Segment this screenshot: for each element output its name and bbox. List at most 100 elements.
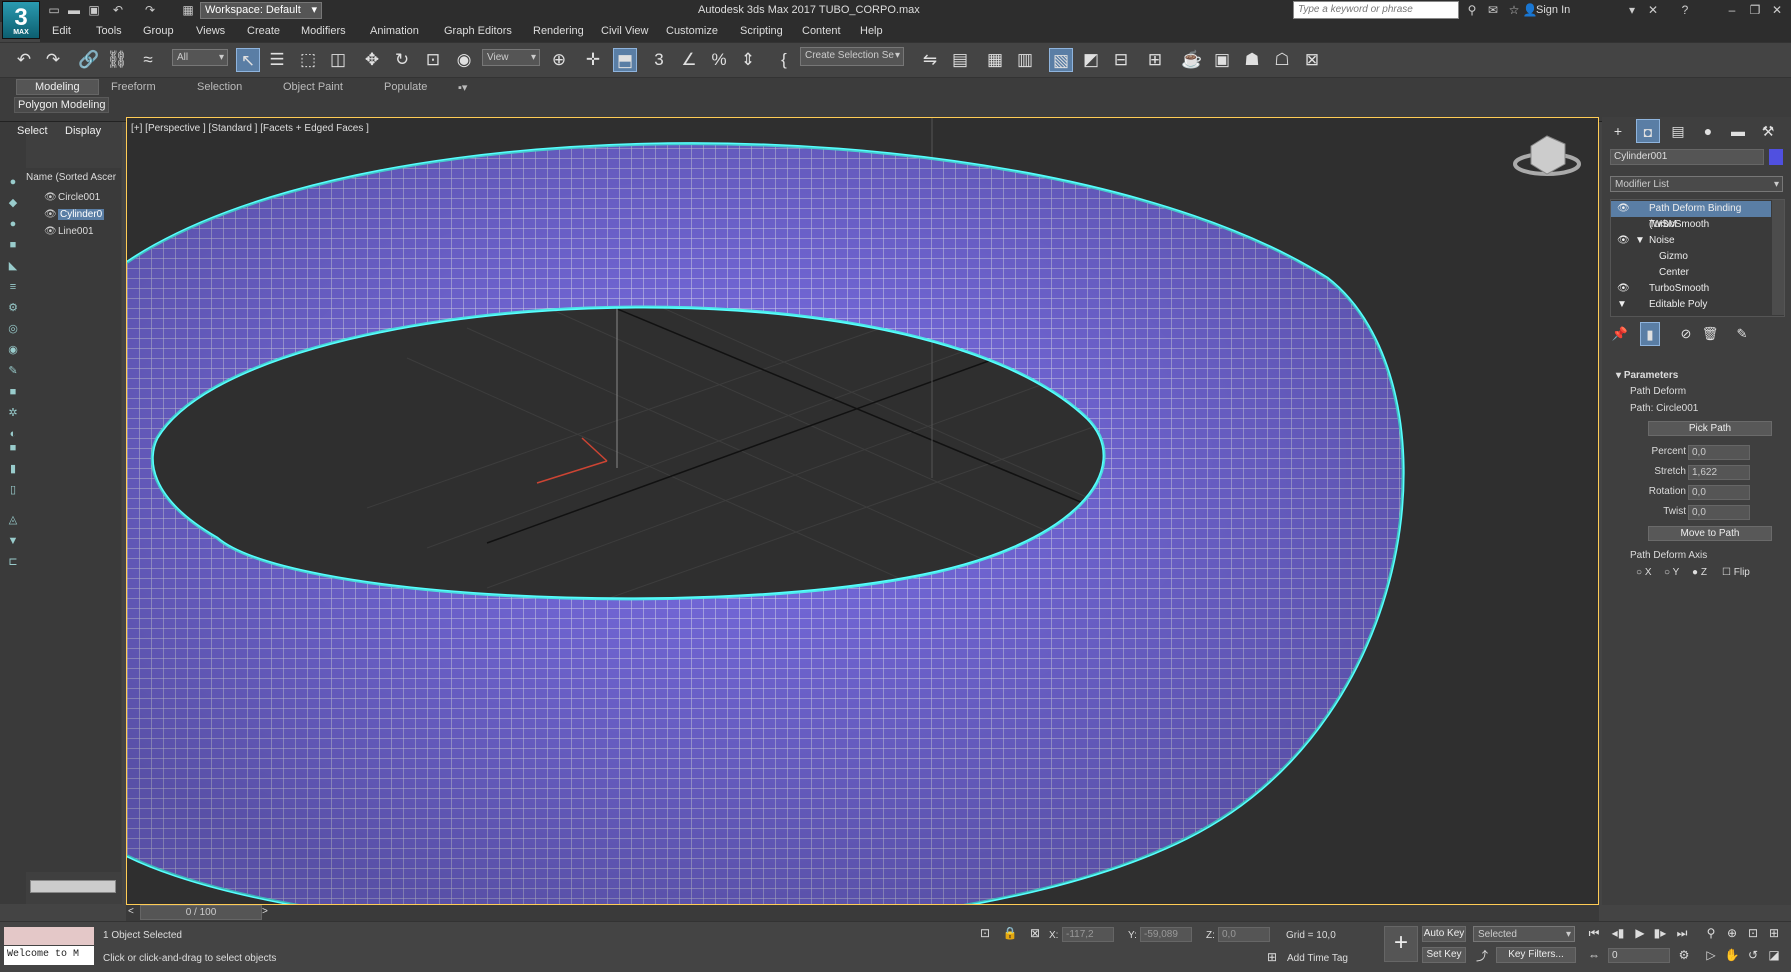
menu-rendering[interactable]: Rendering — [533, 25, 584, 37]
mirror-icon[interactable]: ⇋ — [918, 48, 942, 72]
menu-tools[interactable]: Tools — [96, 25, 122, 37]
axis-y-radio[interactable]: ○ Y — [1664, 567, 1679, 578]
maximize-viewport-icon[interactable]: ◪ — [1766, 948, 1782, 962]
object-color-swatch[interactable] — [1769, 149, 1783, 165]
select-manipulate-icon[interactable]: ✛ — [581, 48, 605, 72]
layer-filter-icon[interactable]: ▮ — [6, 462, 20, 476]
next-frame-icon[interactable]: ▮▸ — [1652, 926, 1668, 940]
menu-group[interactable]: Group — [143, 25, 174, 37]
render-cloud-icon[interactable]: ⊠ — [1300, 48, 1324, 72]
pin-stack-icon[interactable]: 📌 — [1608, 322, 1632, 346]
favorites-star-icon[interactable]: ☆ — [1506, 3, 1522, 17]
motion-tab-icon[interactable]: ● — [1696, 119, 1720, 143]
cameras-filter-icon[interactable]: ≡ — [6, 280, 20, 294]
communication-center-icon[interactable]: ✉ — [1485, 3, 1501, 17]
unlink-icon[interactable]: ⛓ — [105, 48, 129, 72]
prev-frame-icon[interactable]: < — [128, 906, 134, 917]
explorer-item-line001[interactable]: 👁Line001 — [44, 226, 94, 237]
tab-display[interactable]: Display — [65, 125, 101, 137]
explorer-scrollbar[interactable] — [30, 880, 116, 893]
search-input[interactable]: Type a keyword or phrase — [1293, 1, 1459, 19]
undo-icon[interactable]: ↶ — [110, 3, 126, 18]
bind-space-warp-icon[interactable]: ≈ — [136, 48, 160, 72]
tab-selection[interactable]: Selection — [197, 81, 242, 93]
render-iterative-icon[interactable]: ☖ — [1270, 48, 1294, 72]
explorer-item-circle001[interactable]: 👁Circle001 — [44, 192, 100, 203]
tab-select[interactable]: Select — [17, 125, 48, 137]
bones-filter-icon[interactable]: ■ — [6, 385, 20, 399]
display-all-icon[interactable]: ◆ — [6, 196, 20, 210]
time-slider[interactable]: 0 / 100 — [140, 905, 262, 920]
selection-filter-dropdown[interactable]: All — [172, 49, 228, 66]
viewport-label[interactable]: [+] [Perspective ] [Standard ] [Facets +… — [131, 123, 369, 134]
modifier-list-dropdown[interactable]: Modifier List — [1610, 176, 1783, 192]
redo-icon[interactable]: ↷ — [142, 3, 158, 18]
perspective-viewport[interactable] — [126, 117, 1599, 905]
play-icon[interactable]: ▶ — [1632, 926, 1648, 940]
restore-icon[interactable]: ❐ — [1747, 3, 1763, 17]
scene-explorer-icon[interactable]: ▧ — [1049, 48, 1073, 72]
keyboard-shortcut-override-icon[interactable]: ⬒ — [613, 48, 637, 72]
menu-animation[interactable]: Animation — [370, 25, 419, 37]
default-in-out-tangents-icon[interactable]: ⤴ — [1474, 947, 1490, 964]
show-end-result-icon[interactable]: ▮ — [1640, 322, 1660, 346]
tab-freeform[interactable]: Freeform — [111, 81, 156, 93]
groups-filter-icon[interactable]: ◉ — [6, 343, 20, 357]
menu-civil-view[interactable]: Civil View — [601, 25, 648, 37]
link-icon[interactable]: 🔗 — [77, 48, 101, 72]
open-file-icon[interactable]: ▬ — [66, 3, 82, 18]
display-tab-icon[interactable]: ▬ — [1726, 119, 1750, 143]
app-logo[interactable]: 3 MAX — [2, 1, 40, 39]
modifier-stack-item[interactable]: Gizmo — [1611, 249, 1771, 265]
maxscript-listener[interactable] — [4, 927, 94, 945]
menu-content[interactable]: Content — [802, 25, 841, 37]
geometry-filter-icon[interactable]: ● — [6, 217, 20, 231]
maxscript-input[interactable]: Welcome to M — [4, 946, 94, 965]
pan-icon[interactable]: ✋ — [1724, 948, 1740, 962]
set-key-button[interactable]: Set Key — [1422, 947, 1466, 963]
curve-editor-icon[interactable]: ◩ — [1079, 48, 1103, 72]
particles-filter-icon[interactable]: ✲ — [6, 406, 20, 420]
frozen-filter-icon[interactable]: ■ — [6, 441, 20, 455]
expand-icon[interactable]: ▼ — [1617, 297, 1627, 313]
minimize-icon[interactable]: – — [1724, 3, 1740, 17]
render-production-icon[interactable]: ☗ — [1240, 48, 1264, 72]
tab-populate[interactable]: Populate — [384, 81, 427, 93]
move-icon[interactable]: ✥ — [360, 48, 384, 72]
auto-key-button[interactable]: Auto Key — [1422, 926, 1466, 942]
menu-create[interactable]: Create — [247, 25, 280, 37]
next-frame-icon[interactable]: > — [262, 906, 268, 917]
snaps-toggle-icon[interactable]: 3 — [647, 48, 671, 72]
spinner-snap-icon[interactable]: ⇕ — [736, 48, 760, 72]
pick-path-button[interactable]: Pick Path — [1648, 421, 1772, 436]
go-to-end-icon[interactable]: ⏭ — [1674, 926, 1690, 941]
add-time-tag[interactable]: Add Time Tag — [1287, 953, 1348, 964]
create-tab-icon[interactable]: + — [1606, 119, 1630, 143]
eye-icon[interactable]: 👁 — [44, 209, 58, 220]
rendered-frame-window-icon[interactable]: ▣ — [1210, 48, 1234, 72]
explorer-folder-icon[interactable]: ⊏ — [6, 555, 20, 569]
layer-explorer-icon[interactable]: ▦ — [983, 48, 1007, 72]
new-file-icon[interactable]: ▭ — [46, 3, 62, 18]
modifier-stack-item[interactable]: TurboSmooth — [1611, 217, 1771, 233]
menu-views[interactable]: Views — [196, 25, 225, 37]
isolate-selection-icon[interactable]: ⊡ — [977, 926, 993, 940]
zoom-extents-icon[interactable]: ⊡ — [1745, 926, 1761, 940]
helpers-filter-icon[interactable]: ⚙ — [6, 301, 20, 315]
xrefs-filter-icon[interactable]: ✎ — [6, 364, 20, 378]
stretch-spinner[interactable]: 1,622 — [1688, 465, 1750, 480]
schematic-view-icon[interactable]: ⊟ — [1109, 48, 1133, 72]
eye-icon[interactable]: 👁 — [1617, 201, 1630, 217]
placement-icon[interactable]: ◉ — [452, 48, 476, 72]
modifier-stack-item[interactable]: 👁 Path Deform Binding (WSM — [1611, 201, 1771, 230]
polygon-modeling-panel[interactable]: Polygon Modeling — [14, 97, 110, 113]
zoom-all-icon[interactable]: ⊕ — [1724, 926, 1740, 940]
current-frame-field[interactable]: 0 — [1608, 948, 1670, 963]
menu-graph-editors[interactable]: Graph Editors — [444, 25, 512, 37]
filter-icon[interactable]: ◬ — [6, 513, 20, 527]
close-icon[interactable]: ✕ — [1769, 3, 1785, 17]
eye-icon[interactable]: 👁 — [1617, 281, 1630, 297]
field-of-view-icon[interactable]: ▷ — [1703, 948, 1719, 962]
ribbon-options-icon[interactable]: ▪▾ — [458, 81, 467, 94]
select-by-name-icon[interactable]: ☰ — [265, 48, 289, 72]
